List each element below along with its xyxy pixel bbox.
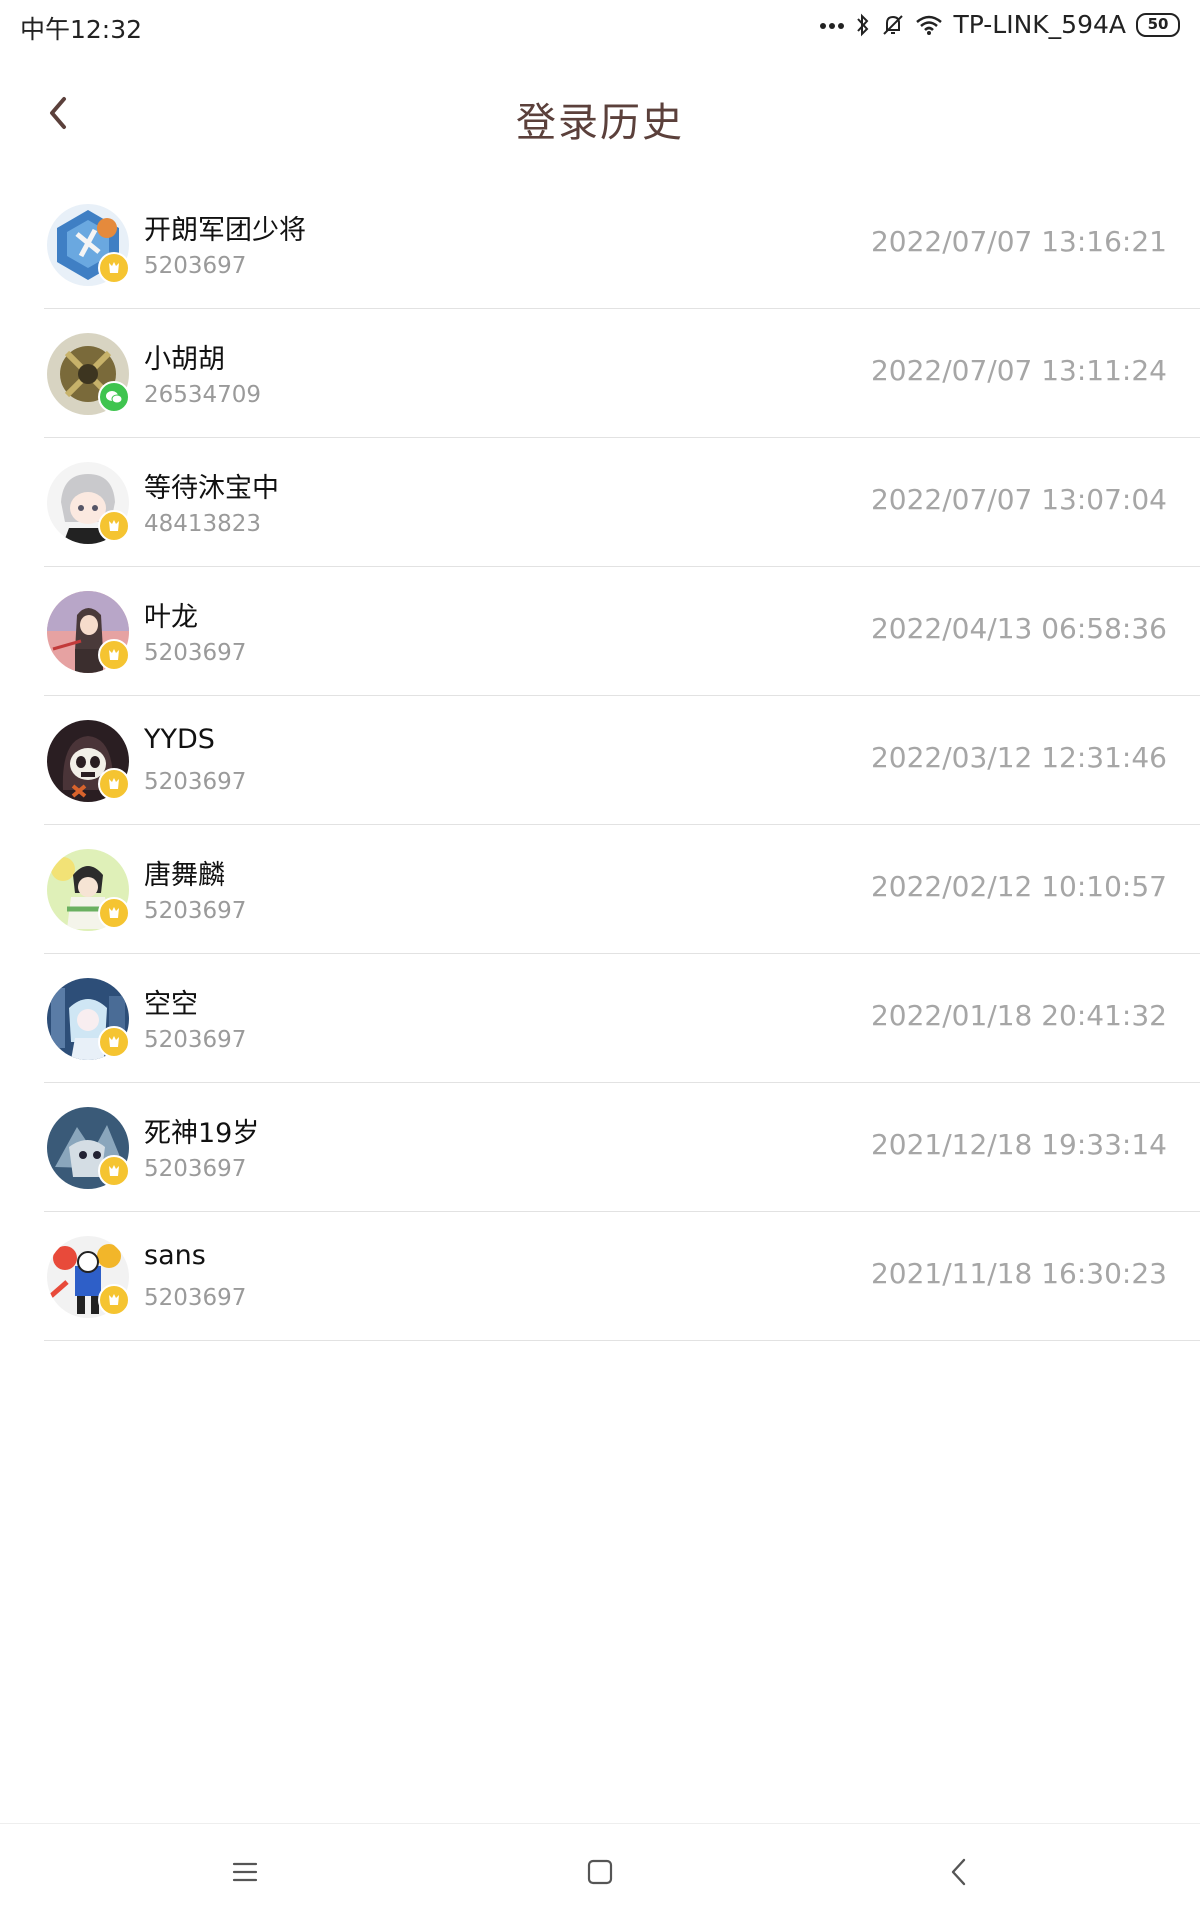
list-item[interactable]: sans 5203697 2021/11/18 16:30:23 — [0, 1212, 1200, 1341]
user-id: 5203697 — [144, 769, 247, 795]
gold-badge-icon — [98, 897, 130, 929]
user-id: 5203697 — [144, 640, 247, 666]
more-dots-icon — [819, 20, 845, 30]
list-item[interactable]: 空空 5203697 2022/01/18 20:41:32 — [0, 954, 1200, 1083]
login-time: 2022/03/12 12:31:46 — [870, 741, 1167, 774]
login-time: 2021/12/18 19:33:14 — [870, 1128, 1167, 1161]
user-name: 空空 — [144, 989, 198, 1020]
login-time: 2022/02/12 10:10:57 — [870, 870, 1167, 903]
list-item[interactable]: 开朗军团少将 5203697 2022/07/07 13:16:21 — [0, 180, 1200, 309]
gold-badge-icon — [98, 1026, 130, 1058]
battery-level: 50 — [1147, 15, 1169, 33]
menu-button[interactable] — [217, 1844, 273, 1900]
list-item[interactable]: 叶龙 5203697 2022/04/13 06:58:36 — [0, 567, 1200, 696]
user-name: 开朗军团少将 — [144, 215, 306, 246]
login-time: 2022/07/07 13:07:04 — [870, 483, 1167, 516]
user-id: 5203697 — [144, 1027, 247, 1053]
status-icons: TP-LINK_594A 50 — [819, 10, 1180, 39]
user-name: 叶龙 — [144, 602, 198, 633]
menu-icon — [232, 1862, 258, 1882]
wifi-name: TP-LINK_594A — [953, 10, 1126, 39]
user-name: 小胡胡 — [144, 344, 225, 375]
gold-badge-icon — [98, 639, 130, 671]
user-name: sans — [144, 1240, 206, 1271]
user-id: 5203697 — [144, 1156, 247, 1182]
navigation-bar — [0, 1823, 1200, 1921]
title-bar: 登录历史 — [0, 60, 1200, 170]
login-time: 2022/04/13 06:58:36 — [870, 612, 1167, 645]
login-history-list: 开朗军团少将 5203697 2022/07/07 13:16:21 小胡胡 2… — [0, 180, 1200, 1341]
home-square-icon — [587, 1859, 613, 1885]
gold-badge-icon — [98, 1155, 130, 1187]
gold-badge-icon — [98, 768, 130, 800]
user-name: 唐舞麟 — [144, 860, 225, 891]
gold-badge-icon — [98, 510, 130, 542]
page-title: 登录历史 — [516, 100, 684, 146]
user-id: 5203697 — [144, 1285, 247, 1311]
wechat-badge-icon — [98, 381, 130, 413]
user-id: 26534709 — [144, 382, 262, 408]
list-item[interactable]: 等待沐宝中 48413823 2022/07/07 13:07:04 — [0, 438, 1200, 567]
status-bar: 中午12:32 TP-LINK_594A 50 — [0, 0, 1200, 52]
battery-icon: 50 — [1136, 12, 1180, 37]
status-time: 中午12:32 — [20, 15, 143, 44]
mute-bell-icon — [881, 13, 905, 37]
user-name: 等待沐宝中 — [144, 473, 279, 504]
bluetooth-icon — [855, 13, 871, 37]
list-item[interactable]: YYDS 5203697 2022/03/12 12:31:46 — [0, 696, 1200, 825]
user-name: 死神19岁 — [144, 1118, 260, 1149]
user-id: 48413823 — [144, 511, 262, 537]
gold-badge-icon — [98, 1284, 130, 1316]
login-time: 2022/07/07 13:11:24 — [870, 354, 1167, 387]
home-button[interactable] — [572, 1844, 628, 1900]
list-item[interactable]: 唐舞麟 5203697 2022/02/12 10:10:57 — [0, 825, 1200, 954]
list-item[interactable]: 死神19岁 5203697 2021/12/18 19:33:14 — [0, 1083, 1200, 1212]
user-id: 5203697 — [144, 253, 247, 279]
back-chevron-icon — [951, 1858, 966, 1886]
login-time: 2021/11/18 16:30:23 — [870, 1257, 1167, 1290]
user-name: YYDS — [144, 724, 215, 755]
login-time: 2022/07/07 13:16:21 — [870, 225, 1167, 258]
wifi-icon — [915, 14, 943, 36]
login-time: 2022/01/18 20:41:32 — [870, 999, 1167, 1032]
user-id: 5203697 — [144, 898, 247, 924]
list-item[interactable]: 小胡胡 26534709 2022/07/07 13:11:24 — [0, 309, 1200, 438]
nav-back-button[interactable] — [931, 1844, 987, 1900]
divider — [44, 1340, 1200, 1341]
gold-badge-icon — [98, 252, 130, 284]
